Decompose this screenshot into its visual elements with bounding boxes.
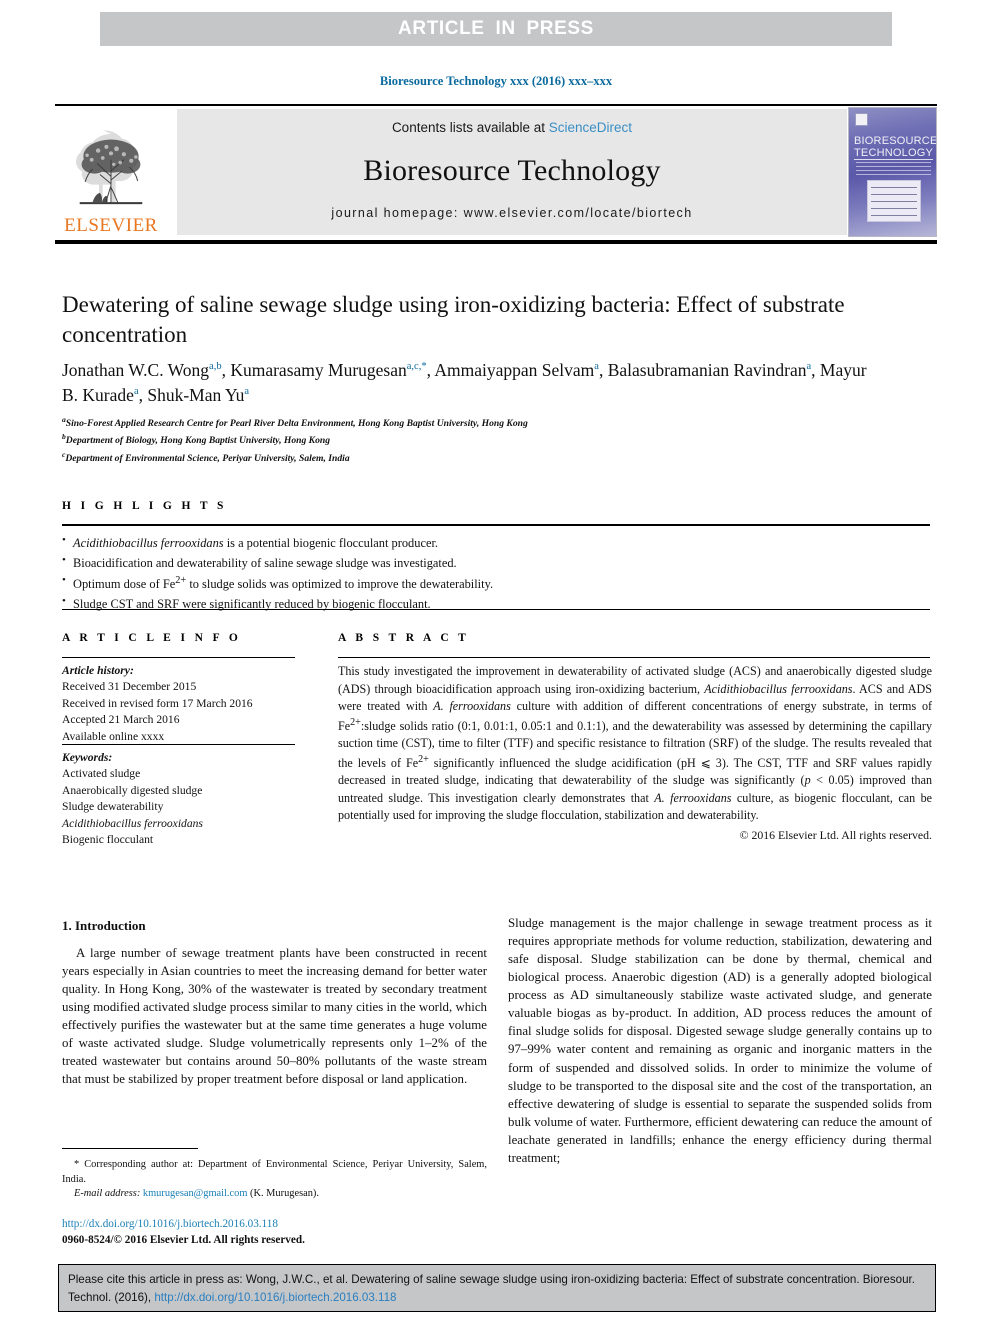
article-history-item: Received 31 December 2015 bbox=[62, 680, 197, 694]
keyword-item: Sludge dewaterability bbox=[62, 800, 164, 814]
journal-title: Bioresource Technology bbox=[363, 153, 661, 187]
charge-superscript: 2+ bbox=[350, 716, 361, 728]
affiliation-list: aSino-Forest Applied Research Centre for… bbox=[62, 414, 882, 466]
article-history-label: Article history: bbox=[62, 664, 134, 677]
author-affiliation-mark: a bbox=[806, 361, 812, 373]
email-label: E-mail address: bbox=[74, 1188, 141, 1200]
masthead-bottom-rule bbox=[55, 240, 937, 244]
p-value-symbol: p bbox=[804, 773, 811, 788]
affiliation-text: Department of Environmental Science, Per… bbox=[65, 452, 350, 464]
highlight-item: Optimum dose of Fe2+ to sludge solids wa… bbox=[62, 572, 930, 594]
introduction-column-left: A large number of sewage treatment plant… bbox=[62, 946, 487, 1087]
author-name: Shuk-Man Yu bbox=[147, 385, 245, 406]
journal-reference-line: Bioresource Technology xxx (2016) xxx–xx… bbox=[379, 74, 613, 88]
author-name: Balasubramanian Ravindran bbox=[607, 360, 807, 380]
keyword-item: Activated sludge bbox=[62, 767, 141, 781]
article-history-item: Available online xxxx bbox=[62, 729, 165, 743]
cover-title-line-1: BIORESOURCE bbox=[854, 135, 937, 147]
highlights-bottom-rule bbox=[62, 609, 930, 610]
keyword-item: Acidithiobacillus ferrooxidans bbox=[62, 816, 203, 830]
highlights-heading: H I G H L I G H T S bbox=[62, 500, 227, 512]
article-history-item: Accepted 21 March 2016 bbox=[62, 713, 180, 727]
citation-doi-link[interactable]: http://dx.doi.org/10.1016/j.biortech.201… bbox=[154, 1291, 396, 1304]
footnote-block: * Corresponding author at: Department of… bbox=[62, 1158, 487, 1202]
footnote-rule bbox=[62, 1148, 198, 1149]
keyword-item: Anaerobically digested sludge bbox=[62, 783, 203, 797]
masthead-top-rule bbox=[55, 104, 937, 106]
affiliation-row: aSino-Forest Applied Research Centre for… bbox=[62, 414, 882, 431]
author-list: Jonathan W.C. Wonga,b, Kumarasamy Muruge… bbox=[62, 360, 867, 406]
author-affiliation-mark: a bbox=[594, 361, 599, 373]
elsevier-tree-icon bbox=[76, 130, 143, 205]
highlight-item: Sludge CST and SRF were significantly re… bbox=[62, 593, 930, 614]
contents-lists-line: Contents lists available at ScienceDirec… bbox=[392, 120, 632, 135]
author-name: Jonathan W.C. Wong bbox=[62, 360, 210, 380]
article-info-heading: A R T I C L E I N F O bbox=[62, 632, 242, 644]
masthead-center-panel: Contents lists available at ScienceDirec… bbox=[177, 109, 847, 235]
abstract-copyright: © 2016 Elsevier Ltd. All rights reserved… bbox=[739, 828, 932, 842]
cover-title-line-2: TECHNOLOGY bbox=[854, 147, 934, 159]
keywords-rule bbox=[62, 744, 295, 745]
introduction-heading: 1. Introduction bbox=[62, 918, 146, 933]
charge-superscript: 2+ bbox=[418, 753, 429, 765]
corresponding-author-note: * Corresponding author at: Department of… bbox=[62, 1159, 487, 1185]
abstract-rule bbox=[338, 657, 930, 658]
keyword-item: Biogenic flocculant bbox=[62, 833, 154, 847]
elsevier-wordmark: ELSEVIER bbox=[64, 215, 158, 236]
contents-prefix: Contents lists available at bbox=[391, 120, 549, 135]
abstract-heading: A B S T R A C T bbox=[338, 632, 470, 644]
email-address[interactable]: kmurugesan@gmail.com bbox=[143, 1188, 248, 1199]
affiliation-text: Department of Biology, Hong Kong Baptist… bbox=[65, 435, 331, 447]
highlight-item: Bioacidification and dewaterability of s… bbox=[62, 552, 930, 573]
email-note: E-mail address: kmurugesan@gmail.com (K.… bbox=[62, 1187, 487, 1202]
cover-rule bbox=[854, 159, 933, 160]
abstract-species-short-2: A. ferrooxidans bbox=[654, 790, 732, 805]
article-history-item: Received in revised form 17 March 2016 bbox=[62, 696, 253, 710]
doi-link[interactable]: http://dx.doi.org/10.1016/j.biortech.201… bbox=[62, 1216, 487, 1232]
journal-masthead: ELSEVIER Contents lists available at Sci… bbox=[55, 107, 937, 237]
citation-box: Please cite this article in press as: Wo… bbox=[58, 1264, 936, 1312]
highlight-species-name: Acidithiobacillus ferrooxidans bbox=[73, 536, 224, 550]
cover-figure-icon bbox=[867, 180, 921, 222]
email-owner: (K. Murugesan). bbox=[250, 1188, 319, 1200]
affiliation-row: cDepartment of Environmental Science, Pe… bbox=[62, 449, 882, 466]
charge-superscript: 2+ bbox=[175, 575, 187, 587]
doi-block: http://dx.doi.org/10.1016/j.biortech.201… bbox=[62, 1216, 487, 1248]
author-name: Ammaiyappan Selvam bbox=[434, 360, 595, 380]
abstract-text: This study investigated the improvement … bbox=[338, 664, 933, 823]
author-affiliation-mark: a,c,* bbox=[406, 361, 427, 373]
author-affiliation-mark: a,b bbox=[209, 361, 222, 373]
article-in-press-banner: ARTICLE IN PRESS bbox=[100, 12, 892, 46]
highlight-text: Bioacidification and dewaterability of s… bbox=[73, 556, 457, 571]
journal-cover-thumbnail: BIORESOURCE TECHNOLOGY bbox=[848, 107, 937, 237]
page-title: Dewatering of saline sewage sludge using… bbox=[62, 292, 845, 347]
journal-homepage-line[interactable]: journal homepage: www.elsevier.com/locat… bbox=[331, 206, 692, 220]
abstract-species-short: A. ferrooxidans bbox=[433, 699, 511, 714]
sciencedirect-link[interactable]: ScienceDirect bbox=[549, 120, 632, 135]
cover-subtitle-block bbox=[856, 162, 931, 175]
keywords-block: Keywords: Activated sludge Anaerobically d… bbox=[62, 750, 302, 849]
highlight-text: is a potential biogenic flocculant produ… bbox=[223, 536, 438, 550]
article-in-press-label: ARTICLE IN PRESS bbox=[398, 18, 594, 39]
highlight-text: Optimum dose of Fe2+ to sludge solids wa… bbox=[73, 575, 494, 592]
affiliation-row: bDepartment of Biology, Hong Kong Baptis… bbox=[62, 431, 882, 448]
keywords-label: Keywords: bbox=[62, 751, 113, 764]
author-name: Kumarasamy Murugesan bbox=[230, 360, 407, 380]
issn-copyright-line: 0960-8524/© 2016 Elsevier Ltd. All right… bbox=[62, 1234, 305, 1247]
highlight-item: Acidithiobacillus ferrooxidans is a pote… bbox=[62, 532, 930, 553]
article-info-rule bbox=[62, 657, 295, 658]
article-history-block: Article history: Received 31 December 201… bbox=[62, 663, 302, 745]
affiliation-text: Sino-Forest Applied Research Centre for … bbox=[65, 418, 528, 430]
introduction-column-right: Sludge management is the major challenge… bbox=[508, 916, 932, 1165]
highlights-top-rule bbox=[62, 524, 930, 526]
cover-publisher-mark-icon bbox=[855, 113, 868, 126]
author-affiliation-mark: a bbox=[133, 386, 139, 398]
abstract-species-name: Acidithiobacillus ferrooxidans bbox=[704, 681, 853, 696]
highlights-list: Acidithiobacillus ferrooxidans is a pote… bbox=[62, 532, 930, 615]
author-affiliation-mark: a bbox=[244, 386, 250, 398]
elsevier-logo: ELSEVIER bbox=[55, 109, 167, 235]
